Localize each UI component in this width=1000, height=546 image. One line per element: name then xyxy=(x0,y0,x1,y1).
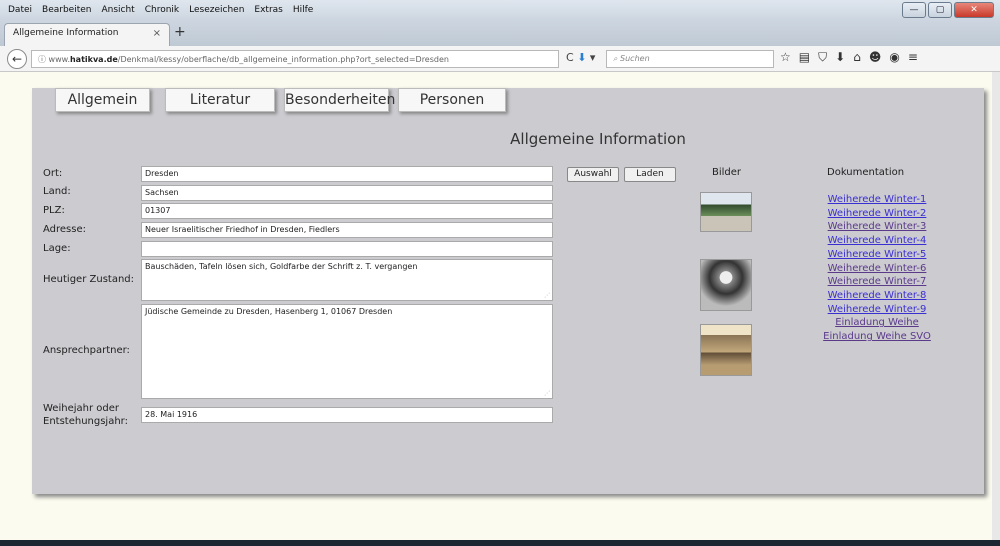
chat-icon[interactable]: ☻ xyxy=(869,50,882,65)
menu-bearbeiten[interactable]: Bearbeiten xyxy=(42,5,91,15)
menu-extras[interactable]: Extras xyxy=(254,5,282,15)
ort-field[interactable]: Dresden xyxy=(141,166,553,182)
doc-link[interactable]: Weiherede Winter-8 xyxy=(802,289,952,303)
url-actions: C ⬇ ▾ xyxy=(566,51,595,64)
scrollbar[interactable] xyxy=(992,72,1000,540)
reload-icon[interactable]: C xyxy=(566,51,574,64)
ansprechpartner-textarea[interactable]: Jüdische Gemeinde zu Dresden, Hasenberg … xyxy=(141,304,553,399)
lage-field[interactable] xyxy=(141,241,553,257)
label-plz: PLZ: xyxy=(43,205,65,216)
dropdown-icon[interactable]: ▾ xyxy=(590,51,596,64)
menu-datei[interactable]: Datei xyxy=(8,5,32,15)
image-thumbnail-1[interactable] xyxy=(700,192,752,232)
nav-tab-allgemein[interactable]: Allgemein xyxy=(55,88,150,112)
addon-icon[interactable]: ◉ xyxy=(889,50,899,65)
label-land: Land: xyxy=(43,186,71,197)
search-icon: ⌕ xyxy=(613,54,618,63)
main-panel: Allgemein Literatur Besonderheiten Perso… xyxy=(32,88,984,494)
hamburger-menu-icon[interactable]: ≡ xyxy=(908,50,918,65)
minimize-button[interactable]: — xyxy=(902,2,926,18)
page-title: Allgemeine Information xyxy=(510,130,686,148)
dokumentation-heading: Dokumentation xyxy=(827,167,905,178)
doc-link[interactable]: Weiherede Winter-9 xyxy=(802,303,952,317)
zustand-textarea[interactable]: Bauschäden, Tafeln lösen sich, Goldfarbe… xyxy=(141,259,553,301)
nav-tab-besonderheiten[interactable]: Besonderheiten xyxy=(284,88,395,112)
ansprechpartner-text: Jüdische Gemeinde zu Dresden, Hasenberg … xyxy=(145,307,393,316)
info-icon[interactable]: ⓘ xyxy=(38,55,46,64)
menu-hilfe[interactable]: Hilfe xyxy=(293,5,313,15)
label-ansprechpartner: Ansprechpartner: xyxy=(43,345,130,356)
laden-button[interactable]: Laden xyxy=(624,167,676,182)
new-tab-button[interactable]: + xyxy=(174,24,186,40)
menu-lesezeichen[interactable]: Lesezeichen xyxy=(189,5,244,15)
navigation-bar: ← ⓘ www.hatikva.de/Denkmal/kessy/oberfla… xyxy=(0,46,1000,72)
doc-link[interactable]: Einladung Weihe SVO xyxy=(802,330,952,344)
search-input[interactable]: ⌕ Suchen xyxy=(606,50,774,68)
weihejahr-field[interactable]: 28. Mai 1916 xyxy=(141,407,553,423)
tab-title: Allgemeine Information xyxy=(13,28,119,38)
doc-link[interactable]: Weiherede Winter-2 xyxy=(802,207,952,221)
menu-bar: Datei Bearbeiten Ansicht Chronik Lesezei… xyxy=(0,0,1000,20)
doc-link[interactable]: Einladung Weihe xyxy=(802,316,952,330)
label-ort: Ort: xyxy=(43,168,63,179)
download-arrow-icon[interactable]: ⬇ xyxy=(577,51,586,64)
image-thumbnail-3[interactable] xyxy=(700,324,752,376)
land-field[interactable]: Sachsen xyxy=(141,185,553,201)
window-controls: — ▢ ✕ xyxy=(902,2,994,18)
tab-allgemeine-information[interactable]: Allgemeine Information × xyxy=(4,23,170,46)
label-heutiger-zustand: Heutiger Zustand: xyxy=(43,274,135,285)
page-content: Allgemein Literatur Besonderheiten Perso… xyxy=(0,72,992,540)
close-window-button[interactable]: ✕ xyxy=(954,2,994,18)
reading-list-icon[interactable]: ▤ xyxy=(799,50,810,65)
pocket-icon[interactable]: ⛉ xyxy=(818,50,827,65)
back-arrow-icon[interactable]: ← xyxy=(7,49,27,69)
nav-tab-literatur[interactable]: Literatur xyxy=(165,88,275,112)
url-prefix: www. xyxy=(48,55,70,64)
url-domain: hatikva.de xyxy=(69,55,118,64)
doc-link[interactable]: Weiherede Winter-5 xyxy=(802,248,952,262)
tab-close-icon[interactable]: × xyxy=(153,28,161,39)
bookmark-star-icon[interactable]: ☆ xyxy=(780,50,791,65)
search-placeholder: Suchen xyxy=(620,54,650,63)
doc-link[interactable]: Weiherede Winter-6 xyxy=(802,262,952,276)
documentation-links: Weiherede Winter-1 Weiherede Winter-2 We… xyxy=(802,193,952,344)
taskbar xyxy=(0,540,1000,546)
url-path: /Denkmal/kessy/oberflache/db_allgemeine_… xyxy=(117,55,449,64)
auswahl-button[interactable]: Auswahl xyxy=(567,167,619,182)
toolbar-icons: ☆ ▤ ⛉ ⬇ ⌂ ☻ ◉ ≡ xyxy=(780,50,918,65)
url-bar[interactable]: ⓘ www.hatikva.de/Denkmal/kessy/oberflach… xyxy=(31,50,559,68)
bilder-heading: Bilder xyxy=(712,167,742,178)
doc-link[interactable]: Weiherede Winter-4 xyxy=(802,234,952,248)
doc-link[interactable]: Weiherede Winter-1 xyxy=(802,193,952,207)
doc-link[interactable]: Weiherede Winter-7 xyxy=(802,275,952,289)
doc-link[interactable]: Weiherede Winter-3 xyxy=(802,220,952,234)
zustand-text: Bauschäden, Tafeln lösen sich, Goldfarbe… xyxy=(145,262,418,271)
menu-ansicht[interactable]: Ansicht xyxy=(101,5,134,15)
downloads-icon[interactable]: ⬇ xyxy=(835,50,845,65)
label-lage: Lage: xyxy=(43,243,71,254)
menu-chronik[interactable]: Chronik xyxy=(145,5,179,15)
resize-handle-icon[interactable]: ⋰ xyxy=(544,390,550,397)
label-weihejahr: Weihejahr oder Entstehungsjahr: xyxy=(43,403,128,427)
plz-field[interactable]: 01307 xyxy=(141,203,553,219)
maximize-button[interactable]: ▢ xyxy=(928,2,952,18)
tab-bar: Allgemeine Information × + xyxy=(0,20,1000,46)
adresse-field[interactable]: Neuer Israelitischer Friedhof in Dresden… xyxy=(141,222,553,238)
nav-tab-personen[interactable]: Personen xyxy=(398,88,506,112)
label-adresse: Adresse: xyxy=(43,224,86,235)
image-thumbnail-2[interactable] xyxy=(700,259,752,311)
resize-handle-icon[interactable]: ⋰ xyxy=(544,292,550,299)
home-icon[interactable]: ⌂ xyxy=(853,50,861,65)
